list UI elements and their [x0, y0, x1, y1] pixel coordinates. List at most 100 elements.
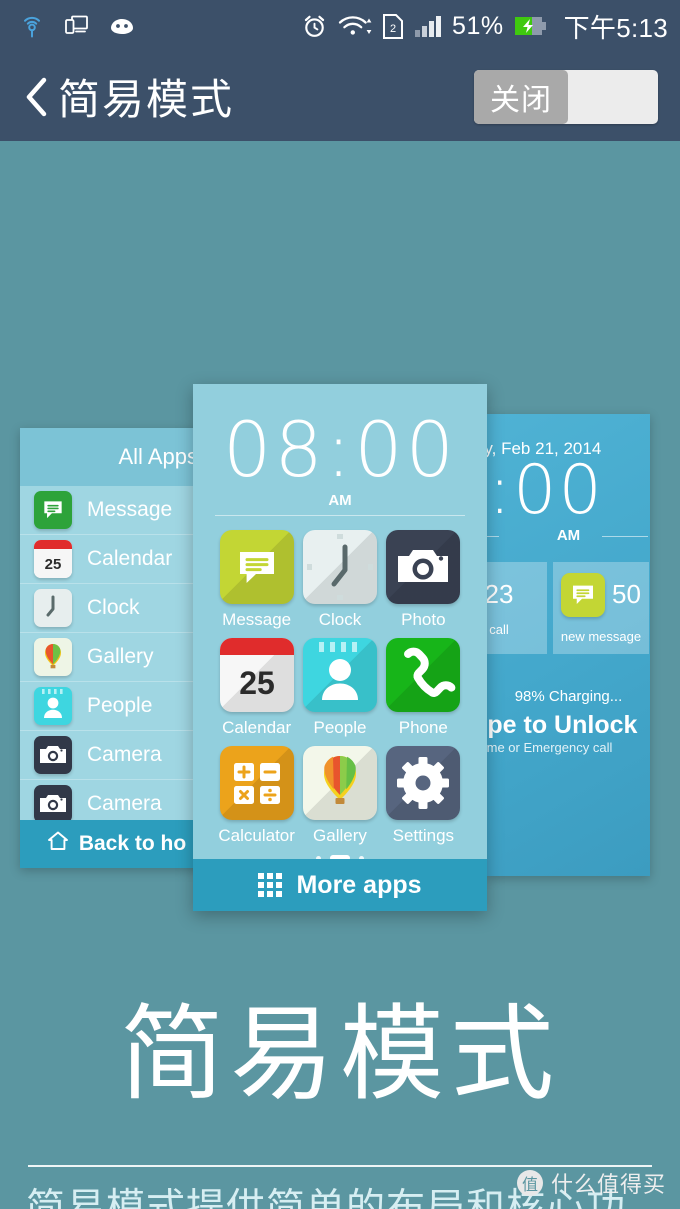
clock-icon: [302, 530, 377, 605]
calculator-icon: [219, 746, 294, 821]
screen-mirroring-icon: [64, 14, 90, 38]
svg-text:2: 2: [390, 23, 396, 35]
easy-home-clock: 08:00: [222, 405, 458, 494]
phone-screen: 2 51% 下午5:13 简易模式 关闭 All Apps Message 25…: [0, 0, 680, 1209]
preview-lockscreen-card: sday, Feb 21, 2014 8:00 AM 23 call: [487, 414, 650, 876]
all-apps-header: All Apps: [20, 428, 212, 486]
more-apps-label: More apps: [296, 870, 422, 899]
list-item-label: Camera: [87, 792, 162, 815]
status-bar-right-icons: 2 51% 下午5:13: [301, 8, 668, 45]
watermark-label: 什么值得买: [550, 1172, 666, 1197]
people-icon: [34, 687, 72, 725]
wifi-icon: [338, 13, 372, 39]
alarm-clock-icon: [301, 13, 328, 40]
app-label: Calculator: [218, 826, 295, 846]
watermark: 值 什么值得买: [516, 1167, 666, 1199]
missed-call-count: 23: [487, 579, 514, 609]
back-to-home-button[interactable]: Back to ho: [20, 820, 212, 868]
list-item[interactable]: 25 Calendar: [20, 535, 212, 584]
emergency-call-label: or name or Emergency call: [487, 740, 613, 755]
new-message-caption: new message: [560, 628, 642, 644]
clock-label: 下午5:13: [563, 12, 668, 43]
camera-icon: [34, 785, 72, 823]
list-item[interactable]: Gallery: [20, 633, 212, 682]
sim-card-2-icon: 2: [382, 13, 404, 40]
app-label: Calendar: [222, 718, 292, 738]
new-message-count: 50: [612, 579, 641, 609]
app-label: People: [313, 718, 367, 738]
message-icon: [34, 491, 72, 529]
app-label: Photo: [401, 610, 446, 630]
app-message[interactable]: Message: [218, 530, 296, 630]
list-item-label: Camera: [87, 743, 162, 766]
list-item-label: People: [87, 694, 153, 717]
gallery-icon: [34, 638, 72, 676]
lockscreen-tiles: 23 call 50 new message: [487, 562, 650, 654]
app-phone[interactable]: Phone: [384, 638, 462, 738]
lockscreen-clock: 8:00: [487, 451, 604, 530]
list-item[interactable]: Camera: [20, 731, 212, 780]
app-label: Message: [222, 610, 292, 630]
app-people[interactable]: People: [301, 638, 379, 738]
lockscreen-ampm: AM: [487, 527, 650, 544]
signal-bars-icon: [414, 14, 442, 38]
preview-easy-home-card: 08:00 AM Message Clock Photo 25 Calendar…: [193, 384, 487, 911]
list-item[interactable]: Clock: [20, 584, 212, 633]
content-area: All Apps Message 25 Calendar Clock Galle…: [0, 141, 680, 1209]
battery-percent-label: 51%: [452, 11, 504, 40]
clock-icon: [34, 589, 72, 627]
back-chevron-icon[interactable]: [22, 75, 52, 119]
app-gallery[interactable]: Gallery: [301, 746, 379, 846]
app-label: Clock: [318, 610, 362, 630]
page-title: 简易模式: [58, 76, 235, 123]
app-photo[interactable]: Photo: [384, 530, 462, 630]
wifi-broadcast-icon: [18, 12, 46, 40]
list-item[interactable]: Message: [20, 486, 212, 535]
svg-text:25: 25: [45, 556, 62, 573]
list-item-label: Message: [87, 498, 173, 521]
toggle-thumb[interactable]: 关闭: [474, 69, 568, 124]
app-calculator[interactable]: Calculator: [218, 746, 296, 846]
camera-icon: [34, 736, 72, 774]
swipe-to-unlock-label: wipe to Unlock: [487, 711, 638, 739]
title-bar: 简易模式 关闭: [0, 52, 680, 141]
message-icon: [561, 572, 606, 617]
preview-montage: All Apps Message 25 Calendar Clock Galle…: [0, 296, 680, 936]
status-bar-left-icons: [18, 12, 136, 40]
message-icon: [219, 530, 294, 605]
list-item[interactable]: People: [20, 682, 212, 731]
app-calendar[interactable]: 25 Calendar: [218, 638, 296, 738]
svg-text:25: 25: [239, 665, 275, 701]
settings-gear-icon: [386, 746, 461, 821]
calendar-icon: 25: [34, 540, 72, 578]
app-label: Phone: [398, 718, 448, 738]
status-bar: 2 51% 下午5:13: [0, 0, 680, 52]
app-label: Settings: [392, 826, 455, 846]
app-clock[interactable]: Clock: [301, 530, 379, 630]
list-item-label: Calendar: [87, 547, 173, 570]
promo-headline: 简易模式: [119, 997, 560, 1113]
list-item-label: Clock: [87, 596, 140, 619]
app-label: Gallery: [313, 826, 367, 846]
gallery-icon: [302, 746, 377, 821]
easy-home-ampm: AM: [328, 492, 352, 510]
home-icon: [46, 829, 70, 859]
phone-icon: [386, 638, 461, 713]
list-item-label: Gallery: [87, 645, 154, 668]
app-settings[interactable]: Settings: [384, 746, 462, 846]
calendar-icon: 25: [219, 638, 294, 713]
grid-dots-icon: [258, 873, 283, 897]
charging-status: 98% Charging...: [514, 688, 623, 705]
people-icon: [302, 638, 377, 713]
new-message-tile[interactable]: 50 new message: [553, 562, 649, 654]
android-robot-icon: [108, 16, 136, 36]
easy-mode-toggle[interactable]: 关闭: [474, 69, 658, 124]
back-to-home-label: Back to ho: [78, 832, 187, 855]
more-apps-button[interactable]: More apps: [193, 859, 487, 911]
toggle-label: 关闭: [490, 83, 552, 117]
easy-home-app-grid: Message Clock Photo 25 Calendar People P…: [193, 516, 487, 846]
missed-call-tile[interactable]: 23 call: [487, 562, 547, 654]
camera-icon: [386, 530, 461, 605]
preview-all-apps-card: All Apps Message 25 Calendar Clock Galle…: [20, 428, 212, 868]
missed-call-caption: call: [489, 622, 509, 637]
